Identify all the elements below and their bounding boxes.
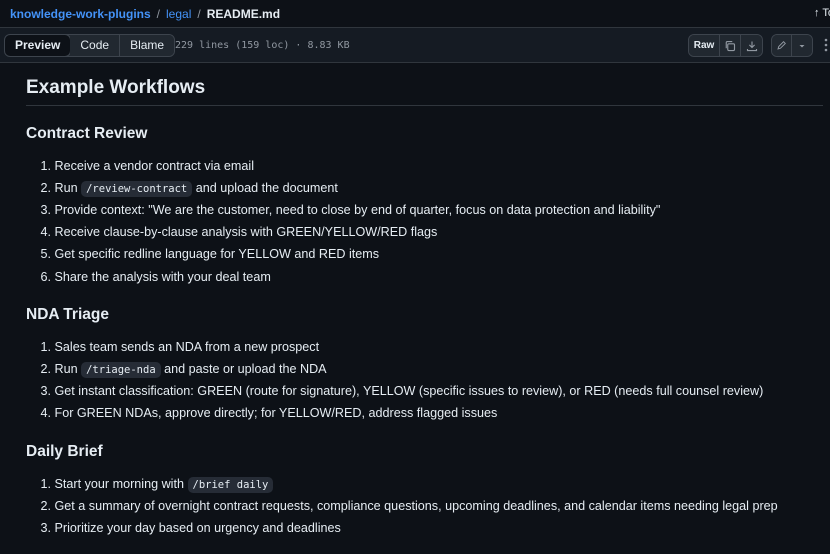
list-item: 6. Share the analysis with your deal tea…	[40, 270, 271, 284]
raw-actions-group: Raw	[688, 34, 763, 57]
tab-blame[interactable]: Blame	[120, 35, 175, 56]
heading-nda-triage: NDA Triage	[26, 306, 109, 323]
tab-preview[interactable]: Preview	[5, 35, 72, 56]
back-to-top-link[interactable]: ↑ To	[814, 7, 830, 19]
file-toolbar: Preview Code Blame 229 lines (159 loc) ·…	[0, 28, 830, 63]
inline-code: /triage-nda	[81, 362, 161, 378]
list-item: 4. Receive clause-by-clause analysis wit…	[40, 225, 438, 239]
list-item: 3. Get instant classification: GREEN (ro…	[40, 384, 764, 398]
file-meta: 229 lines (159 loc) · 8.83 KB	[175, 40, 350, 51]
edit-actions-group	[771, 34, 813, 57]
list-item: 2. Run /review-contract and upload the d…	[40, 181, 338, 197]
copy-icon	[725, 40, 736, 51]
heading-contract-review: Contract Review	[26, 125, 148, 142]
raw-button[interactable]: Raw	[689, 35, 720, 56]
chevron-down-icon	[799, 44, 805, 47]
list-item: 3. Prioritize your day based on urgency …	[40, 521, 341, 535]
breadcrumb-repo-link[interactable]: knowledge-work-plugins	[10, 7, 151, 21]
breadcrumb-separator: /	[156, 6, 161, 21]
list-item: 3. Provide context: "We are the customer…	[40, 203, 661, 217]
view-mode-switcher: Preview Code Blame	[4, 34, 176, 57]
breadcrumb-file-name: README.md	[206, 6, 281, 21]
inline-code: /brief daily	[187, 477, 274, 493]
edit-button[interactable]	[772, 35, 792, 56]
list-item: 1. Sales team sends an NDA from a new pr…	[40, 340, 320, 354]
list-item: 5. Get specific redline language for YEL…	[40, 247, 380, 261]
more-options-icon[interactable]	[822, 38, 830, 52]
list-item: 1. Start your morning with /brief daily	[26, 473, 274, 495]
tab-code[interactable]: Code	[70, 35, 121, 56]
heading-divider	[26, 105, 823, 106]
pencil-icon	[777, 41, 786, 50]
inline-code: /review-contract	[81, 181, 193, 197]
breadcrumb-folder-link[interactable]: legal	[166, 7, 191, 21]
breadcrumb-separator: /	[197, 6, 201, 21]
download-icon	[746, 41, 757, 51]
breadcrumb-bar: knowledge-work-plugins / legal / README.…	[0, 0, 830, 28]
heading-daily-brief: Daily Brief	[26, 443, 103, 460]
list-item: 2. Run /triage-nda and paste or upload t…	[40, 362, 327, 378]
list-item: 4. For GREEN NDAs, approve directly; for…	[40, 406, 498, 420]
heading-example-workflows: Example Workflows	[26, 77, 206, 98]
download-button[interactable]	[741, 35, 762, 56]
copy-button[interactable]	[720, 35, 741, 56]
edit-dropdown-button[interactable]	[792, 35, 812, 56]
list-item: 2. Get a summary of overnight contract r…	[40, 499, 778, 513]
list-item: 1. Receive a vendor contract via email	[40, 159, 254, 173]
